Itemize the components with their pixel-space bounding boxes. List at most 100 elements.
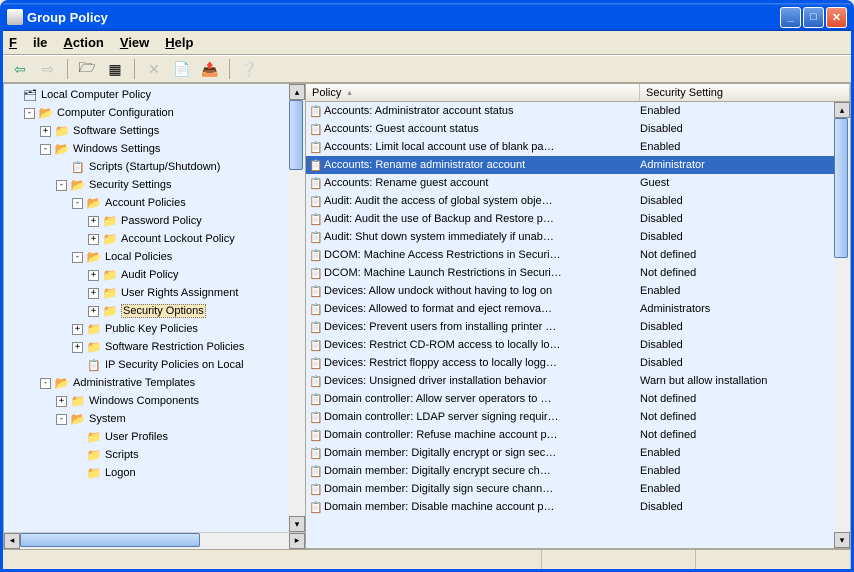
expand-icon[interactable]: + xyxy=(88,306,99,317)
menu-help[interactable]: Help xyxy=(165,35,193,50)
tree-item[interactable]: -Windows Settings xyxy=(4,140,305,158)
scroll-up-button[interactable]: ▴ xyxy=(834,102,850,118)
tree-item[interactable]: +Audit Policy xyxy=(4,266,305,284)
show-hide-tree-button[interactable]: ▦ xyxy=(104,58,126,80)
policy-name: Devices: Unsigned driver installation be… xyxy=(324,375,640,387)
tree-item[interactable]: -System xyxy=(4,410,305,428)
tree-item[interactable]: + Software Settings xyxy=(4,122,305,140)
list-row[interactable]: 📋Accounts: Guest account statusDisabled xyxy=(306,120,850,138)
tree-item[interactable]: -Security Settings xyxy=(4,176,305,194)
collapse-icon[interactable]: - xyxy=(72,198,83,209)
menu-action[interactable]: Action xyxy=(63,35,103,50)
column-header-policy[interactable]: Policy ▴ xyxy=(306,84,640,101)
up-button[interactable]: 🗁 xyxy=(76,58,98,80)
export-button[interactable]: 📤 xyxy=(199,58,221,80)
tree-view[interactable]: Local Computer Policy-Computer Configura… xyxy=(4,84,305,532)
tree-item[interactable]: IP Security Policies on Local xyxy=(4,356,305,374)
tree-item[interactable]: +Password Policy xyxy=(4,212,305,230)
scroll-up-button[interactable]: ▴ xyxy=(289,84,305,100)
collapse-icon[interactable]: - xyxy=(24,108,35,119)
list-row[interactable]: 📋Devices: Unsigned driver installation b… xyxy=(306,372,850,390)
list-row[interactable]: 📋Accounts: Limit local account use of bl… xyxy=(306,138,850,156)
collapse-icon[interactable]: - xyxy=(40,378,51,389)
collapse-icon[interactable]: - xyxy=(40,144,51,155)
list-row[interactable]: 📋Accounts: Rename guest accountGuest xyxy=(306,174,850,192)
tree-item[interactable]: +Security Options xyxy=(4,302,305,320)
help-button[interactable]: ❔ xyxy=(238,58,260,80)
list-row[interactable]: 📋Accounts: Administrator account statusE… xyxy=(306,102,850,120)
close-button[interactable]: ✕ xyxy=(826,7,847,28)
list-row[interactable]: 📋Domain member: Digitally encrypt or sig… xyxy=(306,444,850,462)
forward-button[interactable]: ⇨ xyxy=(37,58,59,80)
tree-item[interactable]: +Account Lockout Policy xyxy=(4,230,305,248)
list-vertical-scrollbar[interactable]: ▴ ▾ xyxy=(834,102,850,548)
list-row[interactable]: 📋Audit: Audit the use of Backup and Rest… xyxy=(306,210,850,228)
list-row[interactable]: 📋Domain member: Digitally sign secure ch… xyxy=(306,480,850,498)
tree-item[interactable]: -Account Policies xyxy=(4,194,305,212)
tree-item[interactable]: -Computer Configuration xyxy=(4,104,305,122)
policy-name: Audit: Audit the access of global system… xyxy=(324,195,640,207)
tree-item[interactable]: Scripts xyxy=(4,446,305,464)
list-row[interactable]: 📋DCOM: Machine Access Restrictions in Se… xyxy=(306,246,850,264)
expand-icon[interactable]: + xyxy=(88,288,99,299)
list-row[interactable]: 📋Domain controller: Allow server operato… xyxy=(306,390,850,408)
list-row[interactable]: 📋Domain member: Disable machine account … xyxy=(306,498,850,516)
back-button[interactable]: ⇦ xyxy=(9,58,31,80)
properties-button[interactable]: 📄 xyxy=(171,58,193,80)
scroll-thumb[interactable] xyxy=(289,100,303,170)
expand-icon[interactable]: + xyxy=(72,342,83,353)
scroll-right-button[interactable]: ▸ xyxy=(289,533,305,549)
list-row[interactable]: 📋Domain controller: LDAP server signing … xyxy=(306,408,850,426)
menu-file[interactable]: File xyxy=(9,35,47,50)
scroll-left-button[interactable]: ◂ xyxy=(4,533,20,549)
scroll-down-button[interactable]: ▾ xyxy=(289,516,305,532)
list-row[interactable]: 📋Devices: Restrict CD-ROM access to loca… xyxy=(306,336,850,354)
policy-name: Devices: Allow undock without having to … xyxy=(324,285,640,297)
list-row[interactable]: 📋Devices: Allow undock without having to… xyxy=(306,282,850,300)
list-row[interactable]: 📋Accounts: Rename administrator accountA… xyxy=(306,156,850,174)
list-row[interactable]: 📋Domain controller: Refuse machine accou… xyxy=(306,426,850,444)
tree-item[interactable]: +Software Restriction Policies xyxy=(4,338,305,356)
minimize-button[interactable]: _ xyxy=(780,7,801,28)
tree-item-label: Software Settings xyxy=(73,125,159,137)
tree-item[interactable]: Logon xyxy=(4,464,305,482)
tree-vertical-scrollbar[interactable]: ▴ ▾ xyxy=(289,84,305,532)
tree-item[interactable]: +User Rights Assignment xyxy=(4,284,305,302)
tree-item[interactable]: +Public Key Policies xyxy=(4,320,305,338)
tree-item[interactable]: Scripts (Startup/Shutdown) xyxy=(4,158,305,176)
titlebar[interactable]: Group Policy _ □ ✕ xyxy=(3,3,851,31)
expand-icon[interactable]: + xyxy=(88,270,99,281)
expand-icon[interactable]: + xyxy=(40,126,51,137)
collapse-icon[interactable]: - xyxy=(72,252,83,263)
scroll-thumb[interactable] xyxy=(20,533,200,547)
tree-item[interactable]: +Windows Components xyxy=(4,392,305,410)
expand-icon[interactable]: + xyxy=(88,234,99,245)
maximize-button[interactable]: □ xyxy=(803,7,824,28)
collapse-icon[interactable]: - xyxy=(56,414,67,425)
policy-item-icon: 📋 xyxy=(308,249,324,262)
policy-item-icon: 📋 xyxy=(308,429,324,442)
tree-pane: Local Computer Policy-Computer Configura… xyxy=(4,84,306,548)
scroll-down-button[interactable]: ▾ xyxy=(834,532,850,548)
tree-item[interactable]: -Administrative Templates xyxy=(4,374,305,392)
collapse-icon[interactable]: - xyxy=(56,180,67,191)
list-row[interactable]: 📋Audit: Shut down system immediately if … xyxy=(306,228,850,246)
list-row[interactable]: 📋Domain member: Digitally encrypt secure… xyxy=(306,462,850,480)
tree-item[interactable]: Local Computer Policy xyxy=(4,86,305,104)
tree-item[interactable]: User Profiles xyxy=(4,428,305,446)
delete-button[interactable]: ✕ xyxy=(143,58,165,80)
expand-icon[interactable]: + xyxy=(72,324,83,335)
column-header-setting[interactable]: Security Setting xyxy=(640,84,850,101)
tree-item[interactable]: -Local Policies xyxy=(4,248,305,266)
list-row[interactable]: 📋DCOM: Machine Launch Restrictions in Se… xyxy=(306,264,850,282)
list-row[interactable]: 📋Devices: Prevent users from installing … xyxy=(306,318,850,336)
list-row[interactable]: 📋Audit: Audit the access of global syste… xyxy=(306,192,850,210)
expand-icon[interactable]: + xyxy=(88,216,99,227)
tree-horizontal-scrollbar[interactable]: ◂ ▸ xyxy=(4,532,305,548)
menu-view[interactable]: View xyxy=(120,35,149,50)
list-row[interactable]: 📋Devices: Restrict floppy access to loca… xyxy=(306,354,850,372)
scroll-thumb[interactable] xyxy=(834,118,848,258)
list-view[interactable]: 📋Accounts: Administrator account statusE… xyxy=(306,102,850,548)
list-row[interactable]: 📋Devices: Allowed to format and eject re… xyxy=(306,300,850,318)
expand-icon[interactable]: + xyxy=(56,396,67,407)
